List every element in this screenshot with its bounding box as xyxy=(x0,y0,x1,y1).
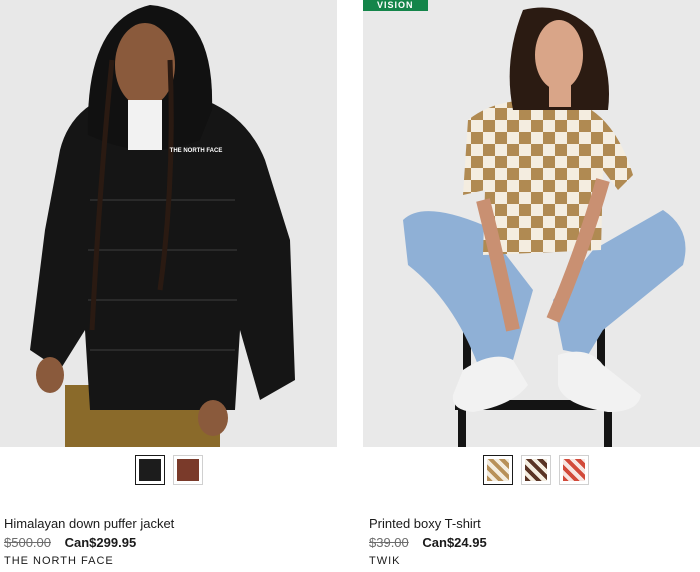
swatch-black[interactable] xyxy=(135,455,165,485)
price-row: $39.00 Can$24.95 xyxy=(369,535,487,550)
brand-logo-icon: THE NORTH FACE xyxy=(170,148,223,154)
swatch-brown[interactable] xyxy=(173,455,203,485)
swatch-brown-check[interactable] xyxy=(521,455,551,485)
color-swatches xyxy=(135,455,203,485)
brand-name[interactable]: TWIK xyxy=(369,555,401,567)
price-row: $500.00 Can$299.95 xyxy=(4,535,136,550)
product-card-puffer-jacket[interactable]: THE NORTH FACE Himalayan down puffer jac… xyxy=(0,0,337,567)
promo-badge: VISION xyxy=(363,0,428,11)
product-name[interactable]: Himalayan down puffer jacket xyxy=(4,516,174,531)
brand-name[interactable]: THE NORTH FACE xyxy=(4,555,114,567)
color-swatches xyxy=(483,455,589,485)
original-price: $39.00 xyxy=(369,535,409,550)
product-image-boxy-tshirt[interactable]: VISION xyxy=(363,0,700,447)
sale-price: Can$299.95 xyxy=(64,535,137,550)
original-price: $500.00 xyxy=(4,535,51,550)
product-image-puffer-jacket[interactable]: THE NORTH FACE xyxy=(0,0,337,447)
product-name[interactable]: Printed boxy T-shirt xyxy=(369,516,481,531)
sale-price: Can$24.95 xyxy=(422,535,487,550)
product-card-boxy-tshirt[interactable]: VISION Printed boxy T-shirt $39.00 Can$2… xyxy=(363,0,700,567)
swatch-red-print[interactable] xyxy=(559,455,589,485)
swatch-tan-check[interactable] xyxy=(483,455,513,485)
